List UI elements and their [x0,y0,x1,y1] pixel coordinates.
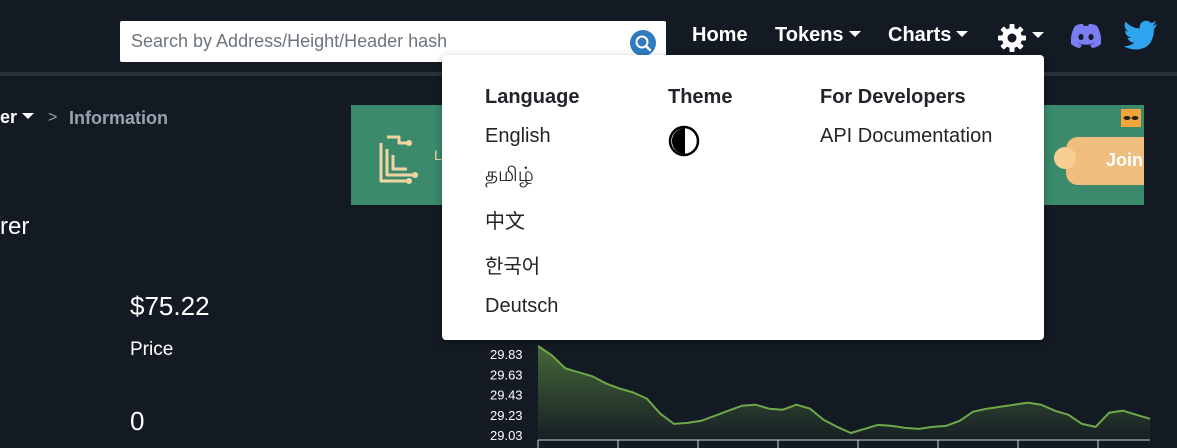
y-tick-label: 29.03 [490,428,523,443]
y-tick-label: 29.63 [490,367,523,382]
nav-home-link[interactable]: Home [692,24,748,47]
gear-icon[interactable] [996,22,1028,54]
language-option-english[interactable]: English [485,125,579,148]
page-title: rer [0,213,30,240]
y-tick-label: 29.83 [490,347,523,362]
stat-value: 0 [130,406,145,436]
theme-heading: Theme [668,86,733,108]
chevron-down-icon [956,31,969,37]
breadcrumb-current: Information [69,108,168,128]
language-option-korean[interactable]: 한국어 [485,250,579,279]
language-heading: Language [485,86,580,108]
nav-tokens-dropdown[interactable]: Tokens [775,24,861,47]
chevron-down-icon [22,113,35,119]
nav-charts-dropdown[interactable]: Charts [888,24,969,47]
chevron-down-icon[interactable] [1032,32,1044,38]
language-option-tamil[interactable]: தமிழ் [485,164,579,189]
theme-column: Theme [668,86,732,109]
price-label: Price [130,339,174,360]
nav-tokens-label: Tokens [775,24,844,46]
banner-text: L [434,147,442,163]
join-button-label: Join [1106,150,1144,170]
price-chart: 29.83 29.63 29.43 29.23 29.03 [470,330,1177,448]
join-button[interactable]: Join [1054,137,1144,185]
language-option-chinese[interactable]: 中文 [485,205,579,234]
ad-badge-icon [1121,109,1141,127]
price-chart-svg: 29.83 29.63 29.43 29.23 29.03 [490,345,1151,448]
y-tick-label: 29.23 [490,408,523,423]
nav-home-label: Home [692,24,748,46]
api-documentation-link[interactable]: API Documentation [820,125,992,148]
search-icon[interactable] [630,30,656,56]
price-value: $75.22 [130,291,210,321]
nav-charts-label: Charts [888,24,952,46]
chevron-down-icon [848,31,861,37]
half-moon-icon[interactable] [668,125,700,157]
join-button-icon [1054,147,1076,169]
discord-icon[interactable] [1068,22,1104,50]
language-option-german[interactable]: Deutsch [485,295,579,318]
settings-dropdown: Language English தமிழ் 中文 한국어 Deutsch Th… [442,55,1044,340]
price-area [538,346,1150,440]
breadcrumb-parent-label: er [0,107,18,127]
developers-heading: For Developers [820,86,966,108]
y-tick-label: 29.43 [490,388,523,403]
breadcrumb-parent[interactable]: er [0,107,35,128]
language-column: Language English தமிழ் 中文 한국어 Deutsch [485,86,579,318]
banner-logo-icon [373,131,425,189]
twitter-icon[interactable] [1123,20,1159,52]
breadcrumb-separator: > [48,109,58,126]
developers-column: For Developers API Documentation [820,86,992,148]
